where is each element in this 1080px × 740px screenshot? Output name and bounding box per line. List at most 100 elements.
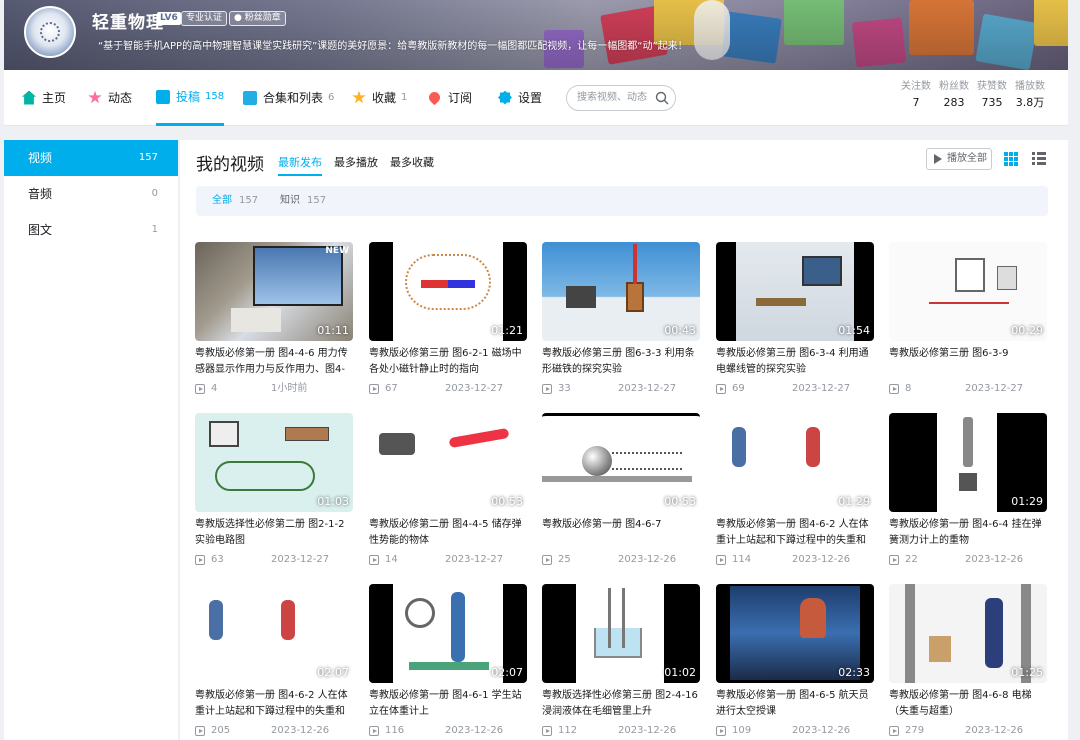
sidebar-item-article[interactable]: 图文 1 bbox=[4, 212, 178, 248]
video-title[interactable]: 粤教版必修第一册 图4-6-5 航天员进行太空授课 bbox=[716, 688, 874, 720]
publish-date: 2023-12-26 bbox=[792, 725, 851, 736]
publish-date: 2023-12-26 bbox=[792, 554, 851, 565]
video-title[interactable]: 粤教版必修第三册 图6-3-4 利用通电螺线管的探究实验 bbox=[716, 346, 874, 378]
video-title[interactable]: 粤教版必修第一册 图4-6-4 挂在弹簧测力计上的重物 bbox=[889, 517, 1047, 549]
publish-date: 2023-12-27 bbox=[445, 383, 504, 394]
tab-subscribe-label: 订阅 bbox=[448, 91, 473, 105]
user-sign[interactable]: “基于智能手机APP的高中物理智慧课堂实践研究”课题的美好愿景：给粤教版新教材的… bbox=[98, 37, 688, 52]
stat-followers-value: 283 bbox=[943, 96, 965, 109]
video-duration: 00:43 bbox=[664, 324, 696, 337]
play-count: 14 bbox=[385, 554, 398, 565]
grid-view-icon[interactable] bbox=[1004, 152, 1018, 166]
stat-following[interactable]: 关注数 7 bbox=[896, 80, 936, 112]
list-view-icon[interactable] bbox=[1032, 152, 1046, 166]
dynamic-icon bbox=[88, 90, 102, 104]
video-title[interactable]: 粤教版必修第一册 图4-6-7 bbox=[542, 517, 700, 549]
video-title[interactable]: 粤教版必修第一册 图4-4-6 用力传感器显示作用力与反作用力、图4- bbox=[195, 346, 353, 378]
profile-navbar: 主页 动态 投稿 158 合集和列表 6 收藏 1 订阅 设置 搜索视频、动态 关注数… bbox=[4, 70, 1068, 126]
play-all-button[interactable]: 播放全部 bbox=[926, 148, 992, 170]
video-thumbnail[interactable]: 01:25 bbox=[889, 584, 1047, 683]
user-name[interactable]: 轻重物理 bbox=[92, 8, 164, 33]
video-thumbnail[interactable]: 02:07 bbox=[369, 584, 527, 683]
video-title[interactable]: 粤教版必修第一册 图4-6-1 学生站立在体重计上 bbox=[369, 688, 527, 720]
video-title[interactable]: 粤教版必修第三册 图6-2-1 磁场中各处小磁针静止时的指向 bbox=[369, 346, 527, 378]
play-count-icon bbox=[369, 384, 379, 394]
video-thumbnail[interactable]: 00:53 bbox=[542, 413, 700, 512]
video-thumbnail[interactable]: 01:03 bbox=[195, 413, 353, 512]
sidebar-item-audio[interactable]: 音频 0 bbox=[4, 176, 178, 212]
video-thumbnail[interactable]: 01:29 bbox=[716, 413, 874, 512]
upload-icon bbox=[156, 89, 170, 104]
video-title[interactable]: 粤教版必修第二册 图4-4-5 储存弹性势能的物体 bbox=[369, 517, 527, 549]
sort-most-favorited[interactable]: 最多收藏 bbox=[390, 154, 434, 174]
video-thumbnail[interactable]: 01:54 bbox=[716, 242, 874, 341]
play-count: 279 bbox=[905, 725, 925, 736]
search-input[interactable]: 搜索视频、动态 bbox=[566, 85, 676, 111]
tab-subscribe[interactable]: 订阅 bbox=[426, 70, 473, 125]
video-thumbnail[interactable]: 00:43 bbox=[542, 242, 700, 341]
tab-favorites-label: 收藏 bbox=[372, 91, 397, 105]
gear-icon bbox=[498, 90, 512, 105]
publish-date: 2023-12-26 bbox=[618, 725, 677, 736]
play-count-icon bbox=[889, 555, 899, 565]
video-duration: 01:02 bbox=[664, 666, 696, 679]
avatar[interactable] bbox=[24, 6, 76, 58]
filter-all-label: 全部 bbox=[212, 195, 232, 206]
search-icon[interactable] bbox=[655, 91, 669, 105]
play-count-icon bbox=[542, 555, 552, 565]
video-thumbnail[interactable]: 01:29 bbox=[889, 413, 1047, 512]
video-meta: 14 2023-12-27 bbox=[369, 553, 527, 567]
video-thumbnail[interactable]: 02:07 bbox=[195, 584, 353, 683]
video-meta: 116 2023-12-26 bbox=[369, 724, 527, 738]
heart-icon bbox=[426, 89, 443, 106]
video-duration: 01:29 bbox=[1011, 495, 1043, 508]
filter-all-count: 157 bbox=[239, 195, 259, 206]
tab-settings[interactable]: 设置 bbox=[498, 70, 542, 125]
collection-icon bbox=[243, 90, 257, 105]
tab-dynamic[interactable]: 动态 bbox=[88, 70, 132, 125]
publish-date: 2023-12-27 bbox=[618, 383, 677, 394]
video-title[interactable]: 粤教版必修第三册 图6-3-3 利用条形磁铁的探究实验 bbox=[542, 346, 700, 378]
publish-date: 2023-12-26 bbox=[445, 725, 504, 736]
video-thumbnail[interactable]: NEW 01:11 bbox=[195, 242, 353, 341]
tab-collections-count: 6 bbox=[328, 92, 335, 103]
fan-medal-tag[interactable]: ● 粉丝勋章 bbox=[229, 11, 286, 26]
tab-collections[interactable]: 合集和列表 6 bbox=[243, 70, 334, 125]
stat-following-label: 关注数 bbox=[901, 81, 931, 92]
video-title[interactable]: 粤教版必修第一册 图4-6-2 人在体重计上站起和下蹲过程中的失重和 bbox=[716, 517, 874, 549]
stat-followers-label: 粉丝数 bbox=[939, 81, 969, 92]
publish-date: 2023-12-27 bbox=[445, 554, 504, 565]
play-count: 25 bbox=[558, 554, 571, 565]
filter-knowledge[interactable]: 知识 157 bbox=[280, 186, 326, 216]
video-thumbnail[interactable]: 01:21 bbox=[369, 242, 527, 341]
play-count-icon bbox=[542, 384, 552, 394]
stat-followers[interactable]: 粉丝数 283 bbox=[934, 80, 974, 112]
stat-likes: 获赞数 735 bbox=[972, 80, 1012, 112]
video-thumbnail[interactable]: 02:33 bbox=[716, 584, 874, 683]
tab-favorites[interactable]: 收藏 1 bbox=[352, 70, 407, 125]
stat-plays: 播放数 3.8万 bbox=[1010, 80, 1050, 112]
video-title[interactable]: 粤教版选择性必修第二册 图2-1-2 实验电路图 bbox=[195, 517, 353, 549]
sort-most-played[interactable]: 最多播放 bbox=[334, 154, 378, 174]
page-title: 我的视频 bbox=[196, 155, 264, 175]
filter-all[interactable]: 全部 157 bbox=[212, 186, 258, 216]
tab-upload[interactable]: 投稿 158 bbox=[156, 70, 225, 126]
video-duration: 02:07 bbox=[317, 666, 349, 679]
sidebar-item-video[interactable]: 视频 157 bbox=[4, 140, 178, 176]
sidebar-item-count: 1 bbox=[151, 224, 158, 235]
play-count: 112 bbox=[558, 725, 578, 736]
video-thumbnail[interactable]: 00:53 bbox=[369, 413, 527, 512]
star-icon bbox=[352, 90, 366, 104]
video-title[interactable]: 粤教版必修第三册 图6-3-9 bbox=[889, 346, 1047, 378]
video-title[interactable]: 粤教版选择性必修第三册 图2-4-16 浸润液体在毛细管里上升 bbox=[542, 688, 700, 720]
video-title[interactable]: 粤教版必修第一册 图4-6-2 人在体重计上站起和下蹲过程中的失重和 bbox=[195, 688, 353, 720]
tab-home[interactable]: 主页 bbox=[22, 70, 66, 125]
play-count-icon bbox=[542, 726, 552, 736]
verified-tag[interactable]: 专业认证 bbox=[181, 11, 228, 26]
video-thumbnail[interactable]: 01:02 bbox=[542, 584, 700, 683]
sort-latest[interactable]: 最新发布 bbox=[278, 154, 322, 176]
video-list-panel: 我的视频 最新发布 最多播放 最多收藏 播放全部 全部 157 知识 157 NEW… bbox=[180, 140, 1068, 740]
video-thumbnail[interactable]: 00:29 bbox=[889, 242, 1047, 341]
video-duration: 00:53 bbox=[491, 495, 523, 508]
video-title[interactable]: 粤教版必修第一册 图4-6-8 电梯（失重与超重） bbox=[889, 688, 1047, 720]
